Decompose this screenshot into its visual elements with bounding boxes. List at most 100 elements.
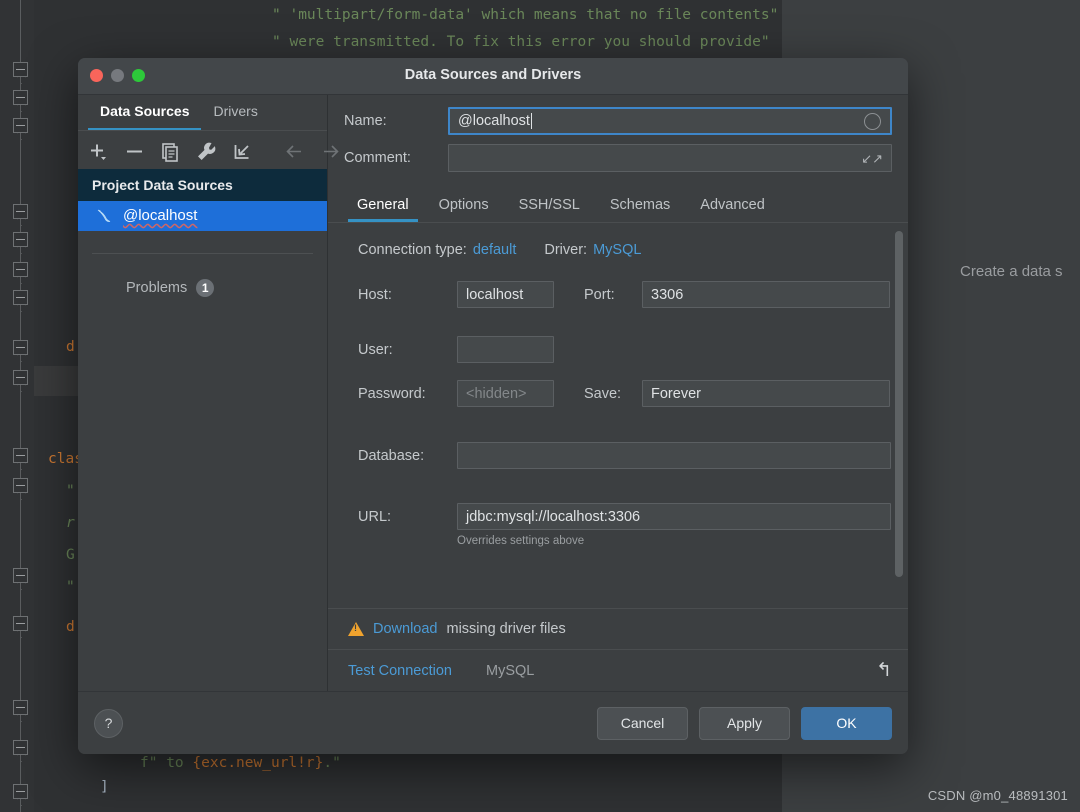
test-connection-bar: Test Connection MySQL ↰ bbox=[328, 649, 908, 691]
tab-general[interactable]: General bbox=[342, 197, 424, 222]
database-row: Database: bbox=[344, 442, 892, 469]
user-row: User: bbox=[344, 336, 892, 363]
port-input[interactable]: 3306 bbox=[642, 281, 890, 308]
tab-ssh-ssl[interactable]: SSH/SSL bbox=[504, 197, 595, 222]
text-caret bbox=[530, 113, 532, 129]
code-token: to bbox=[166, 755, 193, 771]
url-input[interactable]: jdbc:mysql://localhost:3306 bbox=[457, 503, 891, 530]
dialog-title: Data Sources and Drivers bbox=[404, 67, 582, 83]
fold-marker[interactable] bbox=[13, 616, 28, 631]
download-driver-link[interactable]: Download bbox=[373, 621, 438, 637]
name-label: Name: bbox=[344, 113, 387, 129]
comment-label: Comment: bbox=[344, 150, 411, 166]
comment-input[interactable]: ↙↗ bbox=[448, 144, 892, 172]
color-swatch-icon[interactable] bbox=[864, 112, 881, 130]
comment-row: Comment: ↙↗ bbox=[344, 144, 892, 172]
fold-marker[interactable] bbox=[13, 340, 28, 355]
ok-button[interactable]: OK bbox=[801, 706, 892, 740]
fold-marker[interactable] bbox=[13, 448, 28, 463]
help-button[interactable]: ? bbox=[94, 708, 123, 738]
user-label: User: bbox=[358, 341, 393, 358]
test-connection-link[interactable]: Test Connection bbox=[348, 663, 452, 679]
code-token: ." bbox=[323, 755, 341, 771]
sidebar-tabs: Data Sources Drivers bbox=[78, 95, 327, 133]
cancel-button[interactable]: Cancel bbox=[597, 706, 688, 740]
url-row: URL: jdbc:mysql://localhost:3306 bbox=[344, 503, 892, 530]
sidebar-divider bbox=[92, 253, 313, 254]
apply-button[interactable]: Apply bbox=[699, 706, 790, 740]
copy-icon[interactable] bbox=[160, 141, 181, 162]
code-line: r bbox=[66, 515, 75, 531]
minus-icon[interactable] bbox=[124, 141, 145, 162]
plus-icon[interactable] bbox=[88, 141, 109, 162]
password-save-row: Password: <hidden> Save: Forever bbox=[344, 380, 892, 407]
sidebar: Data Sources Drivers Project Data Source… bbox=[78, 95, 339, 691]
name-input-value: @localhost bbox=[458, 113, 530, 129]
host-label: Host: bbox=[358, 286, 392, 303]
problems-row[interactable]: Problems 1 bbox=[126, 279, 215, 297]
connection-type-label: Connection type: bbox=[358, 242, 467, 258]
mysql-dolphin-icon bbox=[97, 209, 111, 222]
url-hint: Overrides settings above bbox=[457, 535, 585, 547]
dialog-titlebar[interactable]: Data Sources and Drivers bbox=[78, 58, 908, 95]
connection-summary: Connection type: default Driver: MySQL bbox=[344, 223, 892, 264]
code-line: ] bbox=[100, 779, 109, 795]
fold-marker[interactable] bbox=[13, 784, 28, 799]
host-input[interactable]: localhost bbox=[457, 281, 554, 308]
sidebar-item-label: @localhost bbox=[123, 207, 198, 224]
tab-options[interactable]: Options bbox=[424, 197, 504, 222]
name-input[interactable]: @localhost bbox=[448, 107, 892, 135]
fold-marker[interactable] bbox=[13, 700, 28, 715]
code-token: {exc.new_url!r} bbox=[192, 755, 324, 771]
name-row: Name: @localhost bbox=[344, 107, 892, 135]
fold-marker[interactable] bbox=[13, 118, 28, 133]
settings-tabs: General Options SSH/SSL Schemas Advanced bbox=[328, 189, 908, 222]
fold-marker[interactable] bbox=[13, 740, 28, 755]
create-data-source-hint: Create a data s bbox=[960, 263, 1063, 280]
dialog-body: Data Sources Drivers Project Data Source… bbox=[78, 95, 908, 691]
revert-arrow-icon[interactable]: ↰ bbox=[876, 661, 892, 680]
code-line: G bbox=[66, 547, 75, 563]
fold-marker[interactable] bbox=[13, 204, 28, 219]
code-line: d bbox=[66, 339, 75, 355]
import-icon[interactable] bbox=[232, 141, 253, 162]
general-tab-content: Connection type: default Driver: MySQL H… bbox=[328, 222, 908, 608]
fold-marker[interactable] bbox=[13, 90, 28, 105]
tab-schemas[interactable]: Schemas bbox=[595, 197, 685, 222]
tab-drivers[interactable]: Drivers bbox=[201, 95, 269, 125]
test-driver-name: MySQL bbox=[485, 662, 535, 679]
driver-value[interactable]: MySQL bbox=[593, 242, 641, 258]
problems-label: Problems bbox=[126, 280, 188, 296]
arrow-right-icon[interactable] bbox=[320, 141, 341, 162]
settings-panel: Name: @localhost Comment: ↙↗ General Opt… bbox=[328, 95, 908, 691]
wrench-icon[interactable] bbox=[196, 141, 217, 162]
dialog-footer: ? Cancel Apply OK bbox=[78, 691, 908, 754]
csdn-watermark: CSDN @m0_48891301 bbox=[927, 788, 1068, 803]
driver-label: Driver: bbox=[544, 242, 588, 258]
fold-marker[interactable] bbox=[13, 62, 28, 77]
fold-marker[interactable] bbox=[13, 370, 28, 385]
port-label: Port: bbox=[584, 286, 615, 303]
database-label: Database: bbox=[358, 447, 425, 464]
code-line: " bbox=[66, 579, 75, 595]
form-scrollbar[interactable] bbox=[895, 231, 903, 577]
sidebar-item-localhost[interactable]: @localhost bbox=[78, 201, 327, 231]
save-select[interactable]: Forever bbox=[642, 380, 890, 407]
data-sources-and-drivers-dialog: Data Sources and Drivers Data Sources Dr… bbox=[78, 58, 908, 754]
tab-data-sources[interactable]: Data Sources bbox=[88, 95, 202, 131]
database-input[interactable] bbox=[457, 442, 891, 469]
fold-marker[interactable] bbox=[13, 478, 28, 493]
fold-marker[interactable] bbox=[13, 290, 28, 305]
fold-marker[interactable] bbox=[13, 568, 28, 583]
driver-warning-bar: Download missing driver files bbox=[328, 608, 908, 649]
code-line: " bbox=[66, 483, 75, 499]
arrow-left-icon[interactable] bbox=[284, 141, 305, 162]
connection-type-value[interactable]: default bbox=[473, 242, 517, 258]
expand-icon[interactable]: ↙↗ bbox=[861, 152, 883, 165]
user-input[interactable] bbox=[457, 336, 554, 363]
fold-marker[interactable] bbox=[13, 262, 28, 277]
fold-marker[interactable] bbox=[13, 232, 28, 247]
tab-advanced[interactable]: Advanced bbox=[685, 197, 780, 222]
warning-triangle-icon bbox=[348, 622, 364, 636]
password-input[interactable]: <hidden> bbox=[457, 380, 554, 407]
